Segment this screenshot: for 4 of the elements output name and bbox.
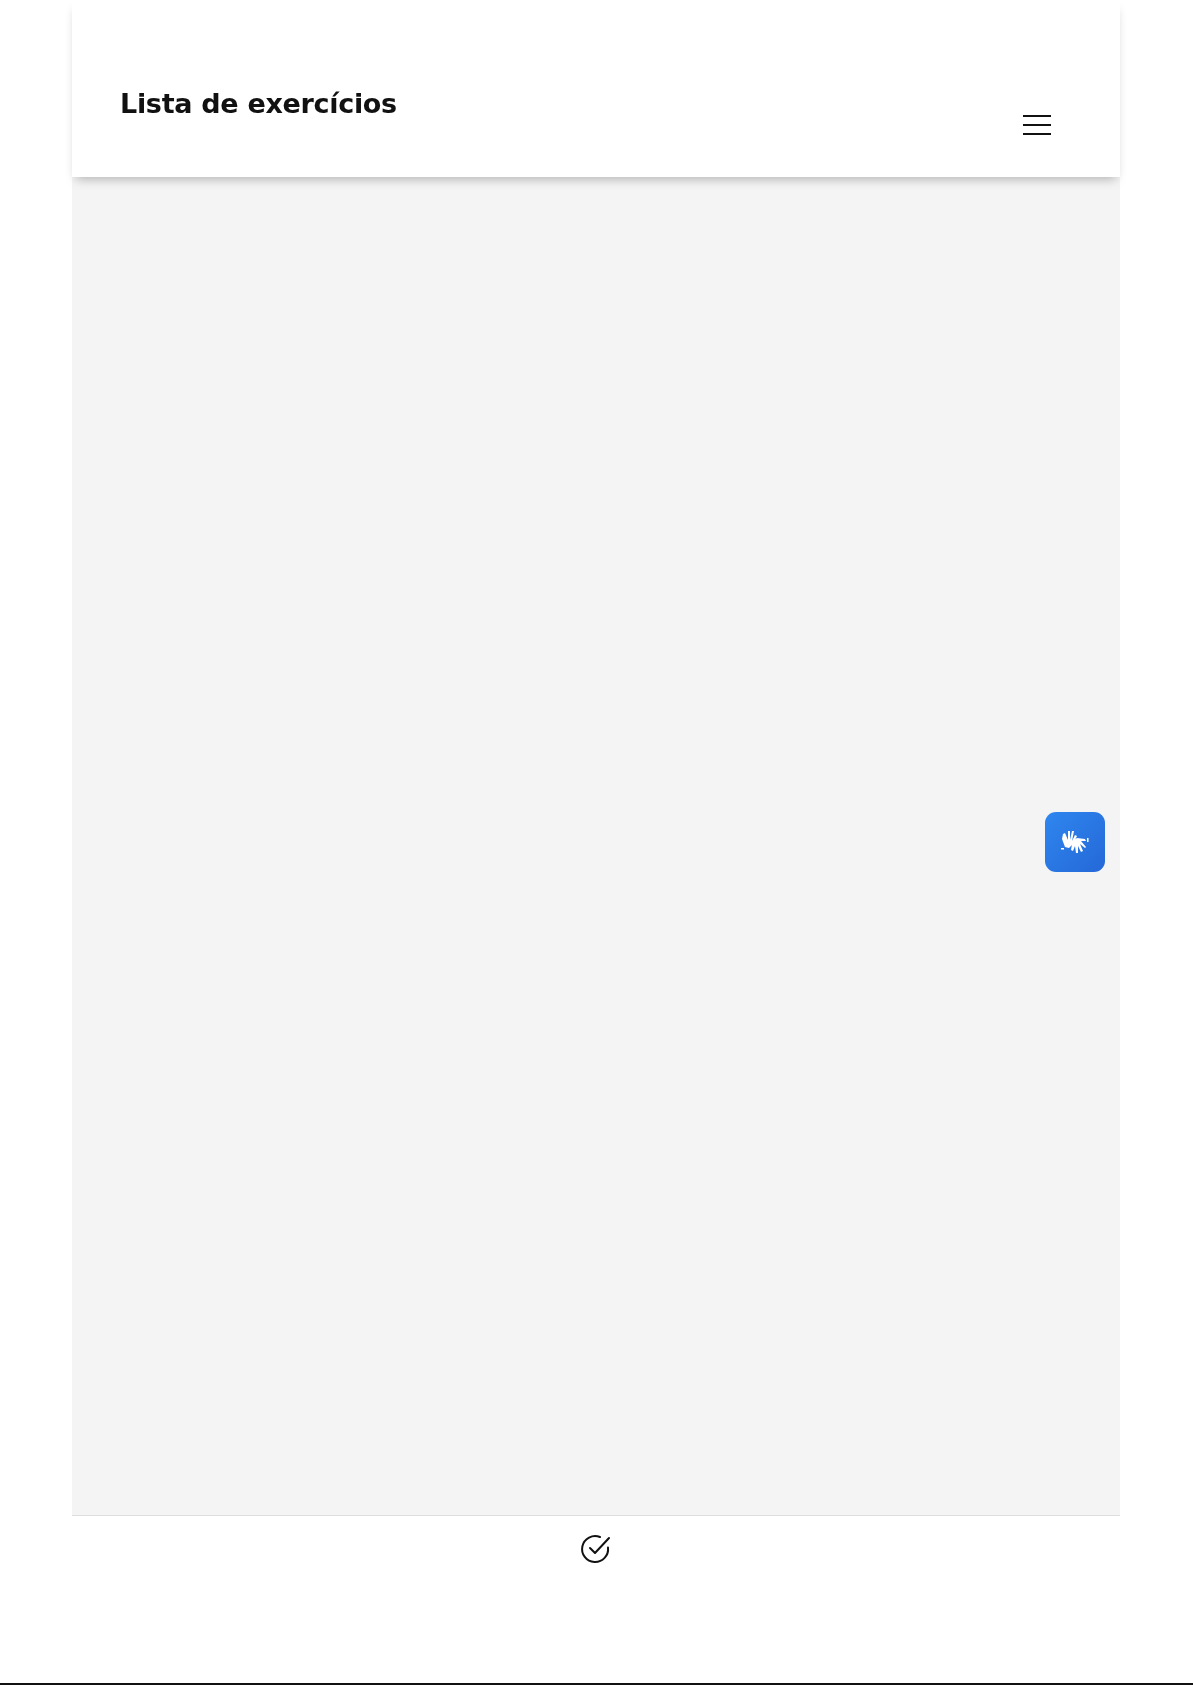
page-title: Lista de exercícios [120,88,397,119]
sign-language-button[interactable] [1045,812,1105,872]
menu-icon [1022,114,1052,136]
menu-button[interactable] [1022,114,1052,136]
